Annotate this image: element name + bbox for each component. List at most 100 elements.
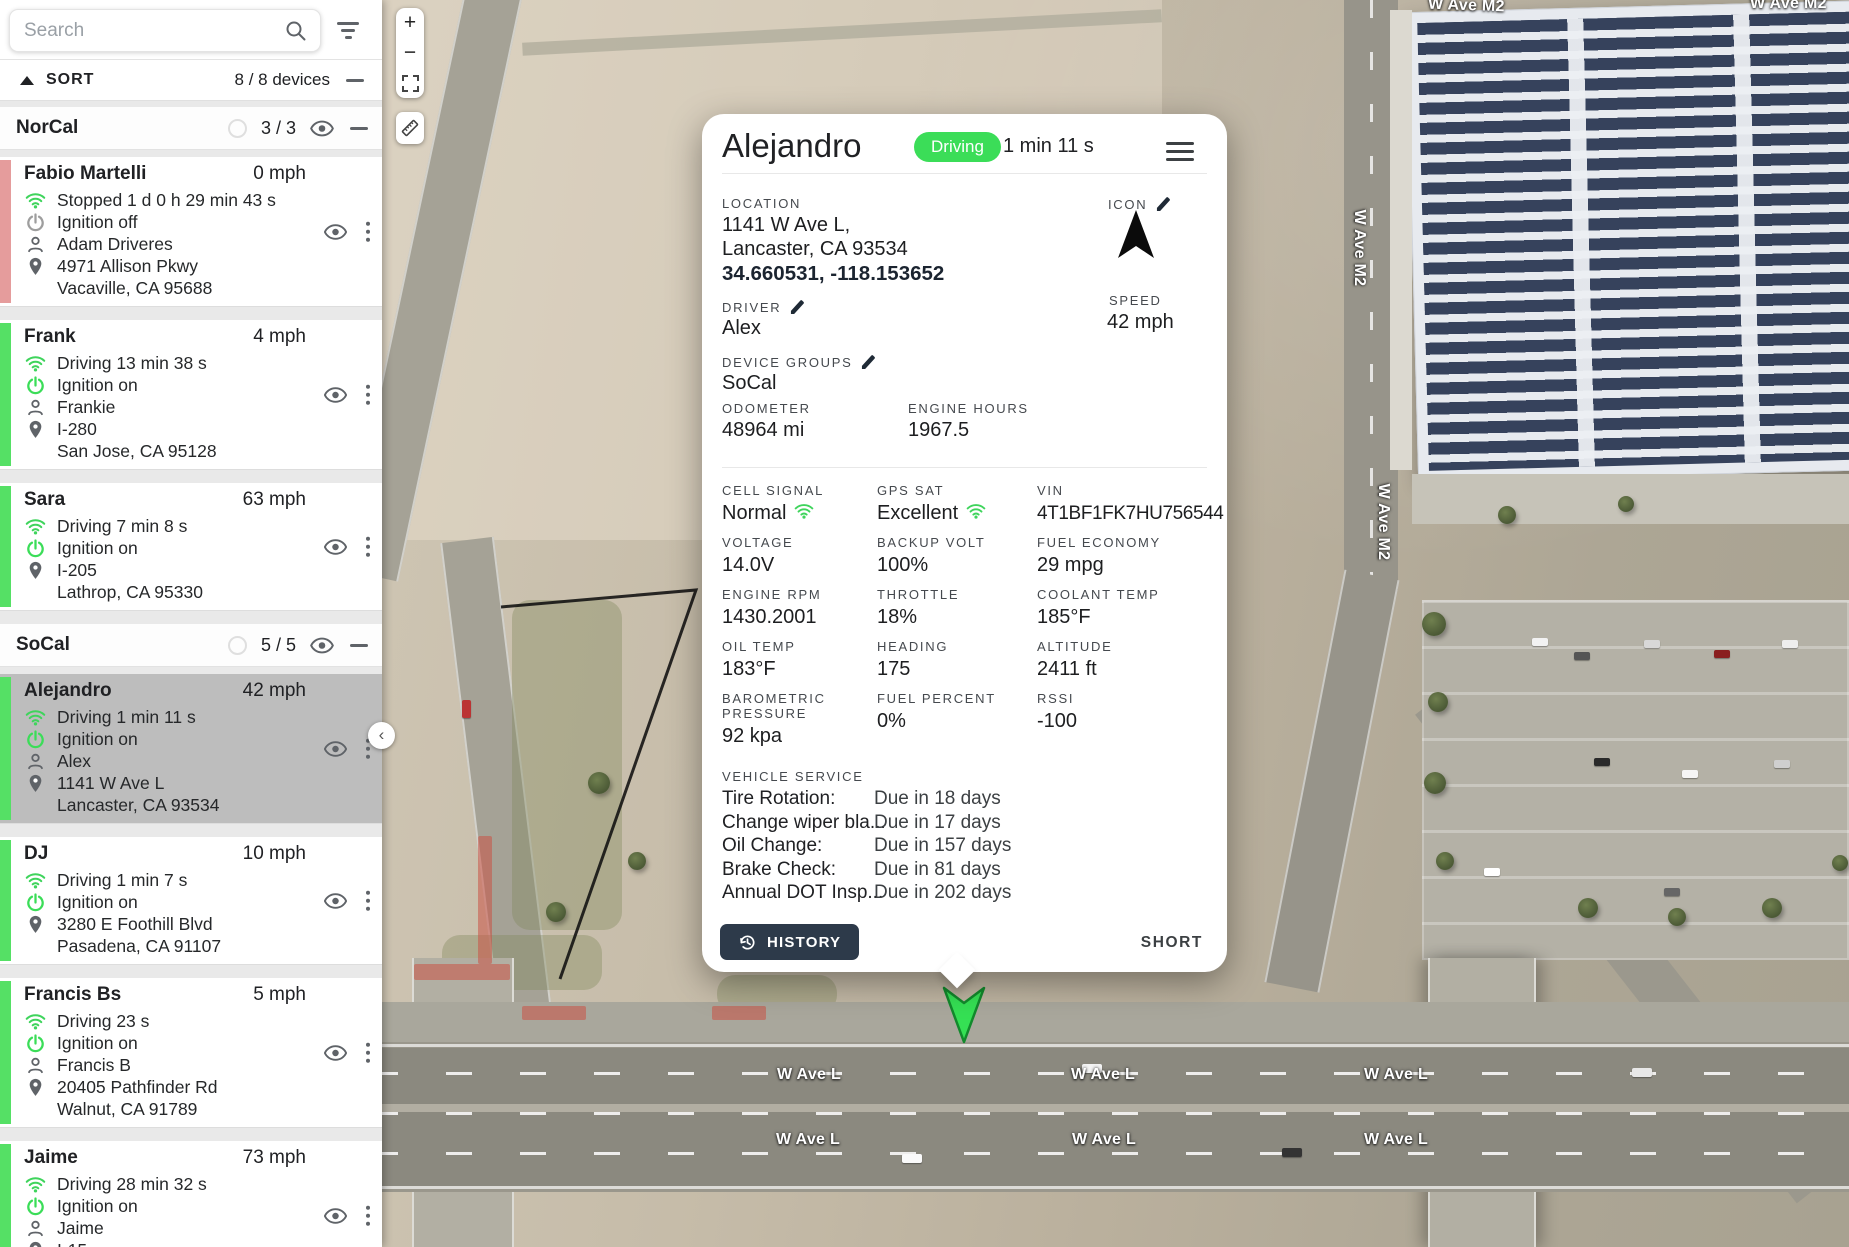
map-road-label: W Ave L <box>1364 1131 1428 1149</box>
search-icon[interactable] <box>284 19 308 43</box>
vehicle-service-list: Tire Rotation: Due in 18 days Change wip… <box>722 787 1207 905</box>
device-status-row: Driving 13 min 38 s <box>24 352 306 374</box>
device-ignition-row: Ignition on <box>24 537 306 559</box>
map-tree <box>1832 855 1848 871</box>
map-car <box>1574 652 1590 660</box>
zoom-in-button[interactable]: + <box>396 8 424 38</box>
driver-name: Adam Driveres <box>57 234 173 255</box>
popup-menu-icon[interactable] <box>1163 139 1197 164</box>
address-line1: 4971 Allison Pkwy <box>57 256 198 277</box>
device-ignition-row: Ignition on <box>24 374 306 396</box>
eye-icon <box>324 386 347 403</box>
search-input[interactable] <box>22 19 284 43</box>
device-card[interactable]: Fabio Martelli 0 mph Stopped 1 d 0 h 29 … <box>0 157 382 307</box>
group-collapse-icon[interactable] <box>350 644 368 647</box>
device-name: Frank <box>24 326 76 348</box>
map-car <box>1664 888 1680 896</box>
device-address-row: I-205 <box>24 559 306 581</box>
speed-value: 42 mph <box>1107 311 1174 334</box>
sort-direction-icon[interactable] <box>20 76 34 85</box>
visibility-toggle[interactable] <box>324 740 347 757</box>
engine-hours-label: ENGINE HOURS <box>908 401 1029 416</box>
map-tree <box>1436 852 1454 870</box>
divider <box>722 173 1207 174</box>
visibility-toggle[interactable] <box>324 892 347 909</box>
visibility-toggle[interactable] <box>324 386 347 403</box>
map-tree <box>1422 612 1446 636</box>
stat-value-text: 183°F <box>722 657 776 682</box>
device-card[interactable]: Sara 63 mph Driving 7 min 8 s Ig <box>0 483 382 611</box>
device-card[interactable]: DJ 10 mph Driving 1 min 7 s Igni <box>0 837 382 965</box>
telemetry-stat: OIL TEMP 183°F <box>722 639 877 682</box>
device-menu-button[interactable] <box>362 380 375 409</box>
stat-label: ALTITUDE <box>1037 639 1187 654</box>
device-card[interactable]: Alejandro 42 mph Driving 1 min 11 s <box>0 674 382 824</box>
driver-label-text: DRIVER <box>722 300 781 315</box>
visibility-toggle[interactable] <box>324 1207 347 1224</box>
edit-pencil-icon[interactable] <box>861 354 877 370</box>
eye-icon[interactable] <box>310 637 334 654</box>
stat-value: -100 <box>1037 709 1223 734</box>
device-status-row: Stopped 1 d 0 h 29 min 43 s <box>24 189 306 211</box>
visibility-toggle[interactable] <box>324 223 347 240</box>
stat-value: 1430.2001 <box>722 605 877 630</box>
status-color-bar <box>0 981 11 1124</box>
telemetry-stat: FUEL ECONOMY 29 mpg <box>1037 535 1223 578</box>
stat-value-text: 0% <box>877 709 906 734</box>
sidebar-collapse-button[interactable]: ‹ <box>368 722 395 749</box>
device-menu-button[interactable] <box>362 1038 375 1067</box>
map-road-label: W Ave L <box>1071 1066 1135 1084</box>
address-line1: I-15 <box>57 1240 87 1247</box>
edit-pencil-icon[interactable] <box>790 299 806 315</box>
ignition-power-icon <box>24 893 46 912</box>
edit-pencil-icon[interactable] <box>1156 196 1172 212</box>
device-menu-button[interactable] <box>362 1201 375 1230</box>
device-card[interactable]: Francis Bs 5 mph Driving 23 s Ig <box>0 978 382 1128</box>
device-status-row: Driving 1 min 7 s <box>24 869 306 891</box>
device-menu-button[interactable] <box>362 532 375 561</box>
history-button[interactable]: HISTORY <box>720 924 859 960</box>
wifi-signal-icon <box>24 192 46 209</box>
device-status: Driving 23 s <box>57 1011 149 1032</box>
eye-icon <box>324 223 347 240</box>
filter-icon[interactable] <box>333 18 363 43</box>
collapse-all-icon[interactable] <box>346 79 364 82</box>
status-color-bar <box>0 323 11 466</box>
map-tree <box>1498 506 1516 524</box>
device-ignition-row: Ignition on <box>24 891 306 913</box>
vehicle-marker-arrow[interactable] <box>938 982 990 1049</box>
device-status: Stopped 1 d 0 h 29 min 43 s <box>57 190 276 211</box>
measure-tool-button[interactable] <box>396 112 424 144</box>
driver-person-icon <box>24 398 46 417</box>
group-collapse-icon[interactable] <box>350 127 368 130</box>
device-menu-button[interactable] <box>362 217 375 246</box>
stat-label: VIN <box>1037 483 1187 498</box>
fullscreen-icon <box>402 75 419 92</box>
device-card[interactable]: Jaime 73 mph Driving 28 min 32 s <box>0 1141 382 1247</box>
stat-value-text: Normal <box>722 501 786 526</box>
stat-value: 175 <box>877 657 1037 682</box>
stat-value: 92 kpa <box>722 724 877 749</box>
group-header[interactable]: NorCal 3 / 3 <box>0 107 382 150</box>
stat-value-text: 1430.2001 <box>722 605 817 630</box>
visibility-toggle[interactable] <box>324 1044 347 1061</box>
telemetry-stat: HEADING 175 <box>877 639 1037 682</box>
map-car <box>1282 1148 1302 1157</box>
address-line1: 1141 W Ave L <box>57 773 164 794</box>
device-card[interactable]: Frank 4 mph Driving 13 min 38 s <box>0 320 382 470</box>
short-link[interactable]: SHORT <box>1141 934 1203 952</box>
signal-strength-icon <box>794 501 814 526</box>
popup-title: Alejandro <box>722 127 861 165</box>
zoom-out-button[interactable]: − <box>396 38 424 68</box>
fullscreen-button[interactable] <box>396 68 424 98</box>
eye-icon[interactable] <box>310 120 334 137</box>
status-color-bar <box>0 160 11 303</box>
group-header[interactable]: SoCal 5 / 5 <box>0 624 382 667</box>
visibility-toggle[interactable] <box>324 538 347 555</box>
device-driver-row: Jaime <box>24 1217 306 1239</box>
device-menu-button[interactable] <box>362 886 375 915</box>
wifi-signal-icon <box>24 1013 46 1030</box>
sort-label[interactable]: SORT <box>46 71 94 89</box>
stat-label: COOLANT TEMP <box>1037 587 1187 602</box>
divider <box>722 467 1207 468</box>
